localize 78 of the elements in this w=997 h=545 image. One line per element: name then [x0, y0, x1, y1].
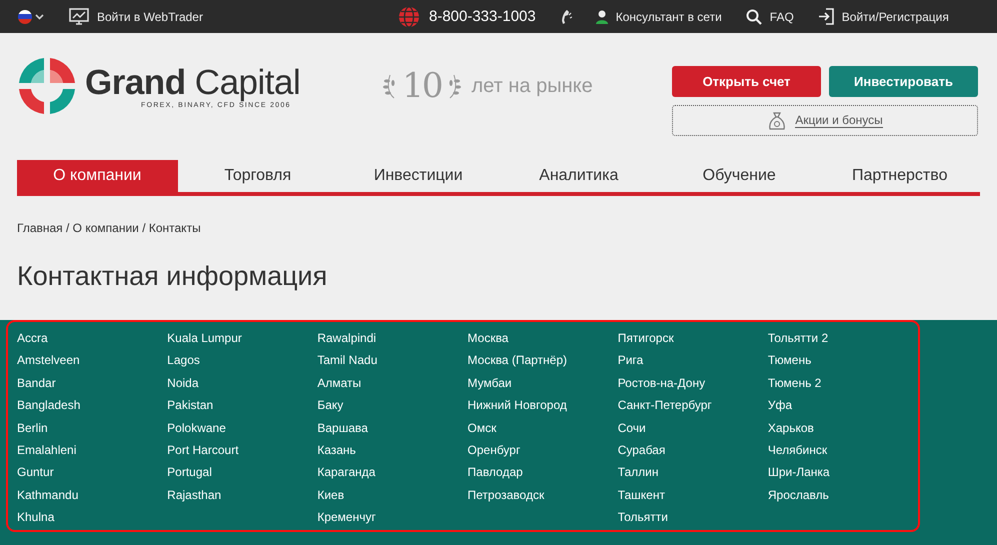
office-link[interactable]: Guntur	[17, 464, 168, 482]
office-link[interactable]: Amstelveen	[17, 352, 168, 370]
logo-wordmark: Grand Capital	[85, 64, 300, 102]
office-link[interactable]: Rawalpindi	[317, 330, 468, 348]
office-link[interactable]: Москва (Партнёр)	[468, 352, 618, 370]
office-link[interactable]: Павлодар	[468, 464, 618, 482]
office-link[interactable]: Тольятти	[618, 509, 768, 527]
office-link[interactable]: Тольятти 2	[768, 330, 918, 348]
office-link[interactable]: Pakistan	[167, 397, 318, 415]
years-number: 10	[402, 66, 442, 106]
person-icon	[596, 10, 608, 24]
nav-tab[interactable]: Партнерство	[820, 160, 980, 192]
office-link[interactable]: Сурабая	[618, 442, 768, 460]
office-link[interactable]: Bangladesh	[17, 397, 168, 415]
office-link[interactable]: Bandar	[17, 374, 168, 392]
office-link[interactable]: Ростов-на-Дону	[618, 374, 768, 392]
office-link[interactable]: Шри-Ланка	[768, 464, 918, 482]
office-link[interactable]: Ярославль	[768, 486, 918, 504]
office-link[interactable]: Пятигорск	[618, 330, 768, 348]
office-link[interactable]: Варшава	[317, 420, 468, 438]
office-link[interactable]: Portugal	[167, 464, 318, 482]
years-text: лет на рынке	[472, 74, 593, 98]
nav-tab[interactable]: Торговля	[178, 160, 338, 192]
chart-monitor-icon	[69, 8, 89, 25]
nav-tab[interactable]: О компании	[17, 160, 178, 192]
office-link[interactable]: Оренбург	[468, 442, 618, 460]
office-link[interactable]: Омск	[468, 420, 618, 438]
office-link[interactable]: Петрозаводск	[468, 486, 618, 504]
office-link[interactable]: Таллин	[618, 464, 768, 482]
office-link[interactable]: Баку	[317, 397, 468, 415]
office-link[interactable]: Киев	[317, 486, 468, 504]
office-link[interactable]: Noida	[167, 374, 318, 392]
office-link[interactable]: Нижний Новгород	[468, 397, 618, 415]
flag-icon[interactable]	[17, 8, 45, 24]
office-link[interactable]: Тюмень	[768, 352, 918, 370]
office-link[interactable]: Казань	[317, 442, 468, 460]
nav-tab[interactable]: Инвестиции	[338, 160, 498, 192]
invest-button[interactable]: Инвестировать	[829, 66, 978, 97]
office-link[interactable]: Алматы	[317, 374, 468, 392]
logo-icon	[17, 56, 77, 116]
office-link[interactable]: Tamil Nadu	[317, 352, 468, 370]
office-link[interactable]: Polokwane	[167, 420, 318, 438]
office-link[interactable]: Emalahleni	[17, 442, 168, 460]
faq-link[interactable]: FAQ	[746, 8, 794, 24]
office-link[interactable]: Караганда	[317, 464, 468, 482]
office-link[interactable]: Ташкент	[618, 486, 768, 504]
webtrader-link[interactable]: Войти в WebTrader	[69, 8, 203, 25]
office-link[interactable]: Berlin	[17, 420, 168, 438]
office-link[interactable]: Челябинск	[768, 442, 918, 460]
breadcrumb: Главная / О компании / Контакты	[17, 221, 202, 235]
office-link[interactable]: Сочи	[618, 420, 768, 438]
nav-tab[interactable]: Аналитика	[498, 160, 659, 192]
office-link[interactable]: Уфа	[768, 397, 918, 415]
money-bag-icon	[767, 110, 788, 130]
nav-tab[interactable]: Обучение	[659, 160, 820, 192]
office-link[interactable]: Lagos	[167, 352, 318, 370]
consultant-link[interactable]: Консультант в сети	[596, 10, 722, 24]
office-link[interactable]: Тюмень 2	[768, 374, 918, 392]
page-title: Контактная информация	[17, 261, 328, 292]
office-link[interactable]: Kathmandu	[17, 486, 168, 504]
office-link[interactable]: Харьков	[768, 420, 918, 438]
office-link[interactable]: Accra	[17, 330, 168, 348]
phone-number: 8-800-333-1003	[428, 8, 536, 25]
globe-icon	[398, 6, 420, 28]
search-icon	[746, 8, 762, 24]
office-link[interactable]: Rajasthan	[167, 486, 318, 504]
office-link[interactable]: Port Harcourt	[167, 442, 318, 460]
office-link[interactable]: Кременчуг	[317, 509, 468, 527]
office-link[interactable]: Москва	[468, 330, 618, 348]
login-icon	[818, 8, 834, 25]
promo-button[interactable]: Акции и бонусы	[672, 105, 978, 136]
office-link[interactable]: Kuala Lumpur	[167, 330, 318, 348]
open-account-button[interactable]: Открыть счет	[672, 66, 821, 97]
login-link[interactable]: Войти/Регистрация	[818, 8, 949, 25]
office-link[interactable]: Рига	[618, 352, 768, 370]
office-link[interactable]: Khulna	[17, 509, 168, 527]
office-link[interactable]: Санкт-Петербург	[618, 397, 768, 415]
office-link[interactable]: Мумбаи	[468, 374, 618, 392]
